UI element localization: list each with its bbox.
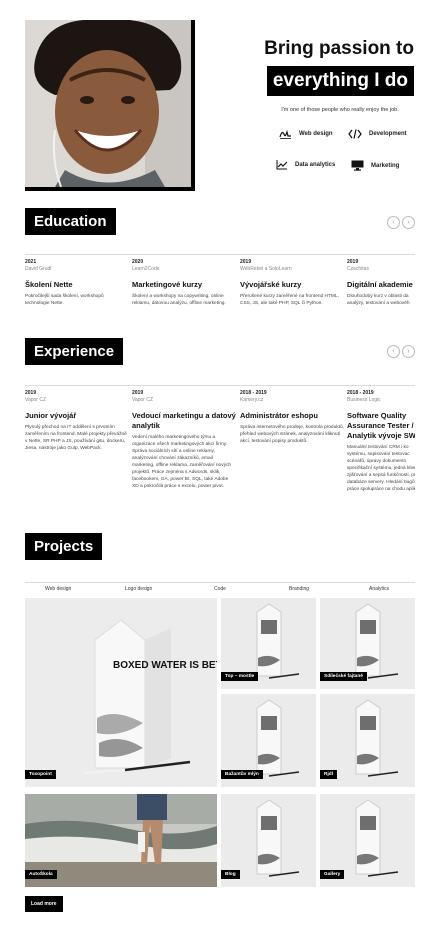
next-arrow-icon[interactable]: › <box>402 345 415 358</box>
skill-label: Development <box>369 131 407 137</box>
item-org: David Grudl <box>25 266 52 272</box>
skill-marketing: Marketing <box>351 160 399 171</box>
chart-icon <box>276 160 288 170</box>
tile-caption: Blog <box>221 870 240 879</box>
item-title: Školení Nette <box>25 280 73 289</box>
next-arrow-icon[interactable]: › <box>402 216 415 229</box>
skill-label: Web design <box>299 131 333 137</box>
project-tile-autoskola[interactable]: AutoŠkola <box>25 794 217 887</box>
item-year: 2019 <box>347 259 359 265</box>
projects-heading: Projects <box>25 533 103 560</box>
education-item: 2021 David Grudl Školení Nette Pokročile… <box>25 255 129 307</box>
education-item: 2019 WebRebel a SoloLearn Vývojářské kur… <box>240 255 344 307</box>
item-org: Kamery.cz <box>240 397 264 403</box>
item-year: 2019 <box>25 390 37 396</box>
tile-caption: Top – mostle <box>221 672 259 681</box>
item-desc: Pokročilejší sada školení, workshopů tec… <box>25 294 104 306</box>
code-icon <box>348 129 362 139</box>
education-item: 2020 Learn2Code Marketingové kurzy Škole… <box>132 255 236 307</box>
hero-title-line2: everything I do <box>266 66 414 96</box>
hero-title: Bring passion to everything I do <box>264 38 414 96</box>
monitor-icon <box>351 160 364 171</box>
item-desc: Manuální testování CRM i ko systému, sep… <box>347 445 415 492</box>
tab-branding[interactable]: Branding <box>289 586 309 592</box>
tile-caption: Sdílečské fajtaně <box>320 672 367 681</box>
skill-label: Marketing <box>371 162 400 169</box>
item-org: Vapor CZ <box>132 397 154 403</box>
education-timeline: 2021 David Grudl Školení Nette Pokročile… <box>25 254 415 324</box>
item-title: Administrátor eshopu <box>240 411 318 420</box>
education-item: 2019 Czechitas Digitální akademie Dlouho… <box>347 255 415 307</box>
item-year: 2018 - 2019 <box>347 390 374 396</box>
item-org: Learn2Code <box>132 266 160 272</box>
tile-caption: Toxopoint <box>25 770 56 779</box>
tab-web-design[interactable]: Web design <box>45 586 71 592</box>
tile-caption: Gallery <box>320 870 345 879</box>
item-year: 2019 <box>240 259 252 265</box>
portrait-photo <box>25 20 191 187</box>
experience-item: 2019 Vapor CZ Vedoucí marketingu a datov… <box>132 386 236 490</box>
skill-data-analytics: Data analytics <box>276 160 335 170</box>
item-org: Czechitas <box>347 266 369 272</box>
item-desc: Přerušené kurzy zaměřené na frontend HTM… <box>240 294 339 306</box>
experience-item: 2018 - 2019 Business Logic Software Qual… <box>347 386 415 493</box>
project-filter-tabs: Web design Logo design Code Branding Ana… <box>25 582 415 596</box>
experience-heading: Experience <box>25 338 124 365</box>
project-tile-rjdl[interactable]: Rjdl <box>320 694 415 787</box>
hero-photo-frame <box>25 20 195 191</box>
item-title: Digitální akademie <box>347 280 413 289</box>
item-desc: Školení a workshopy na copywriting, onli… <box>132 294 226 306</box>
prev-arrow-icon[interactable]: ‹ <box>387 345 400 358</box>
hero-tagline: I'm one of those people who really enjoy… <box>281 107 399 113</box>
tab-code[interactable]: Code <box>214 586 226 592</box>
tile-caption: Bažantův mlýn <box>221 770 263 779</box>
boxed-water-carton-image: BOXED WATER IS BETTER. <box>25 598 217 787</box>
experience-timeline: 2019 Vapor CZ Junior vývojář Plynulý pře… <box>25 385 415 515</box>
experience-carousel-controls: ‹ › <box>387 345 415 358</box>
project-tile-bazantuv-mlyn[interactable]: Bažantův mlýn <box>221 694 316 787</box>
item-title: Junior vývojář <box>25 411 77 420</box>
skill-web-design: Web design <box>279 129 333 139</box>
prev-arrow-icon[interactable]: ‹ <box>387 216 400 229</box>
experience-item: 2019 Vapor CZ Junior vývojář Plynulý pře… <box>25 386 129 452</box>
tab-analytics[interactable]: Analytics <box>369 586 389 592</box>
project-tile-blog[interactable]: Blog <box>221 794 316 887</box>
project-tile-top-mostle[interactable]: Top – mostle <box>221 598 316 689</box>
education-carousel-controls: ‹ › <box>387 216 415 229</box>
item-desc: Správa internetového prodeje, kontrola p… <box>240 425 344 444</box>
tab-logo-design[interactable]: Logo design <box>125 586 152 592</box>
item-desc: Vedení malého marketingového týmu a orga… <box>132 435 232 489</box>
item-year: 2018 - 2019 <box>240 390 267 396</box>
carton-label: BOXED WATER IS BETTER. <box>113 660 217 671</box>
hero-title-line1: Bring passion to <box>264 38 414 59</box>
item-year: 2019 <box>132 390 144 396</box>
project-tile-gallery[interactable]: Gallery <box>320 794 415 887</box>
project-tile-toxopoint[interactable]: BOXED WATER IS BETTER. Toxopoint <box>25 598 217 787</box>
item-title: Software Quality Assurance Tester / Anal… <box>347 411 415 440</box>
item-year: 2021 <box>25 259 37 265</box>
education-heading: Education <box>25 208 116 235</box>
item-year: 2020 <box>132 259 144 265</box>
load-more-button[interactable]: Load more <box>25 896 63 912</box>
item-title: Vývojářské kurzy <box>240 280 302 289</box>
skill-development: Development <box>348 129 407 139</box>
item-org: WebRebel a SoloLearn <box>240 266 292 272</box>
experience-item: 2018 - 2019 Kamery.cz Administrátor esho… <box>240 386 344 445</box>
signature-icon <box>279 129 291 139</box>
project-tile-sdilecske[interactable]: Sdílečské fajtaně <box>320 598 415 689</box>
tile-caption: AutoŠkola <box>25 870 57 879</box>
item-title: Vedoucí marketingu a datový analytik <box>132 411 236 430</box>
item-org: Business Logic <box>347 397 381 403</box>
item-title: Marketingové kurzy <box>132 280 203 289</box>
skill-label: Data analytics <box>295 162 336 168</box>
item-desc: Dlouhodobý kurz v oblasti da analýzy, te… <box>347 294 410 306</box>
tile-caption: Rjdl <box>320 770 338 779</box>
item-desc: Plynulý přechod na IT oddělení s prvotní… <box>25 425 127 451</box>
item-org: Vapor CZ <box>25 397 47 403</box>
